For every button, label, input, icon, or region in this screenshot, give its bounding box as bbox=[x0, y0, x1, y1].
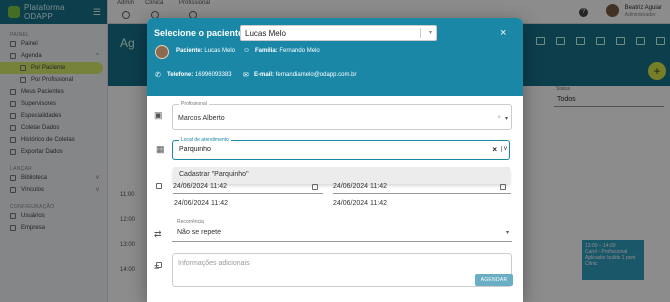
email-value: fernandiamelo@odapp.com.br bbox=[275, 72, 357, 78]
clear-icon[interactable]: × bbox=[497, 115, 501, 121]
local-input[interactable] bbox=[179, 146, 469, 153]
phone-label: Telefone: bbox=[167, 72, 194, 78]
calendar-picker-icon[interactable] bbox=[312, 184, 318, 190]
calendar-icon bbox=[156, 183, 162, 189]
patient-select[interactable]: Lucas Melo ▾ bbox=[240, 25, 437, 41]
start-datetime[interactable]: 24/06/2024 11:42 bbox=[174, 200, 228, 207]
chevron-down-icon[interactable]: ▾ bbox=[505, 115, 508, 122]
local-label: Local de atendimento bbox=[179, 137, 231, 143]
chevron-down-icon[interactable]: v bbox=[501, 146, 507, 152]
close-icon[interactable]: × bbox=[500, 28, 506, 39]
chevron-down-icon[interactable]: ▾ bbox=[429, 29, 432, 36]
modal-body: ▣ Profissional Marcos Alberto × ▾ 24/06/… bbox=[147, 96, 523, 302]
professional-value: Marcos Alberto bbox=[178, 115, 225, 122]
start-datetime-visible[interactable]: 24/06/2024 11:42 bbox=[173, 183, 227, 190]
recurrence-value: Não se repete bbox=[177, 229, 221, 236]
notes-icon: ≡ bbox=[154, 262, 160, 272]
mail-icon: ✉ bbox=[243, 72, 249, 79]
patient-select-value: Lucas Melo bbox=[245, 29, 286, 38]
patient-label: Paciente: bbox=[176, 48, 203, 54]
repeat-icon: ⇄ bbox=[154, 229, 162, 239]
notes-field[interactable]: Informações adicionais bbox=[172, 253, 512, 287]
schedule-button[interactable]: AGENDAR bbox=[475, 274, 513, 286]
modal-header: Selecione o paciente: Lucas Melo ▾ × Pac… bbox=[147, 18, 523, 96]
divider bbox=[173, 193, 323, 194]
professional-label: Profissional bbox=[179, 101, 209, 107]
recurrence-label: Recorrência bbox=[175, 219, 206, 225]
chevron-down-icon[interactable]: ▾ bbox=[506, 229, 509, 236]
family-info: Família: Fernando Melo bbox=[255, 48, 320, 54]
professional-field[interactable]: Profissional Marcos Alberto × ▾ bbox=[172, 101, 512, 130]
phone-icon: ✆ bbox=[155, 72, 161, 79]
dropdown-option-create[interactable]: Cadastrar "Parquinho" bbox=[173, 167, 510, 184]
family-label: Família: bbox=[255, 48, 278, 54]
calendar-picker-icon[interactable] bbox=[500, 184, 506, 190]
app: Plataforma ODAPP ☰ PAINEL Painel Agenda ^… bbox=[0, 0, 670, 302]
end-datetime[interactable]: 24/06/2024 11:42 bbox=[333, 200, 387, 207]
family-icon: ☺ bbox=[243, 47, 251, 54]
briefcase-icon: ▣ bbox=[154, 110, 163, 120]
select-separator bbox=[420, 28, 421, 38]
building-icon: ▦ bbox=[156, 144, 165, 154]
patient-avatar bbox=[155, 45, 169, 59]
phone-value: 16996093383 bbox=[194, 72, 232, 78]
modal-title: Selecione o paciente: bbox=[154, 28, 247, 38]
email-label: E-mail: bbox=[254, 72, 275, 78]
phone-info: Telefone: 16996093383 bbox=[167, 72, 232, 78]
recurrence-field[interactable]: Recorrência Não se repete ▾ bbox=[172, 219, 512, 242]
patient-info: Paciente: Lucas Melo bbox=[176, 48, 235, 54]
notes-placeholder: Informações adicionais bbox=[178, 260, 250, 267]
divider bbox=[333, 193, 511, 194]
email-info: E-mail: fernandiamelo@odapp.com.br bbox=[254, 72, 357, 78]
clear-icon[interactable]: × bbox=[492, 145, 497, 154]
patient-name: Lucas Melo bbox=[204, 48, 236, 54]
family-name: Fernando Melo bbox=[279, 48, 320, 54]
end-datetime-visible[interactable]: 24/06/2024 11:42 bbox=[333, 183, 387, 190]
local-field[interactable]: Local de atendimento × v bbox=[172, 137, 510, 160]
local-field-row: ▦ Local de atendimento × v bbox=[151, 133, 518, 168]
